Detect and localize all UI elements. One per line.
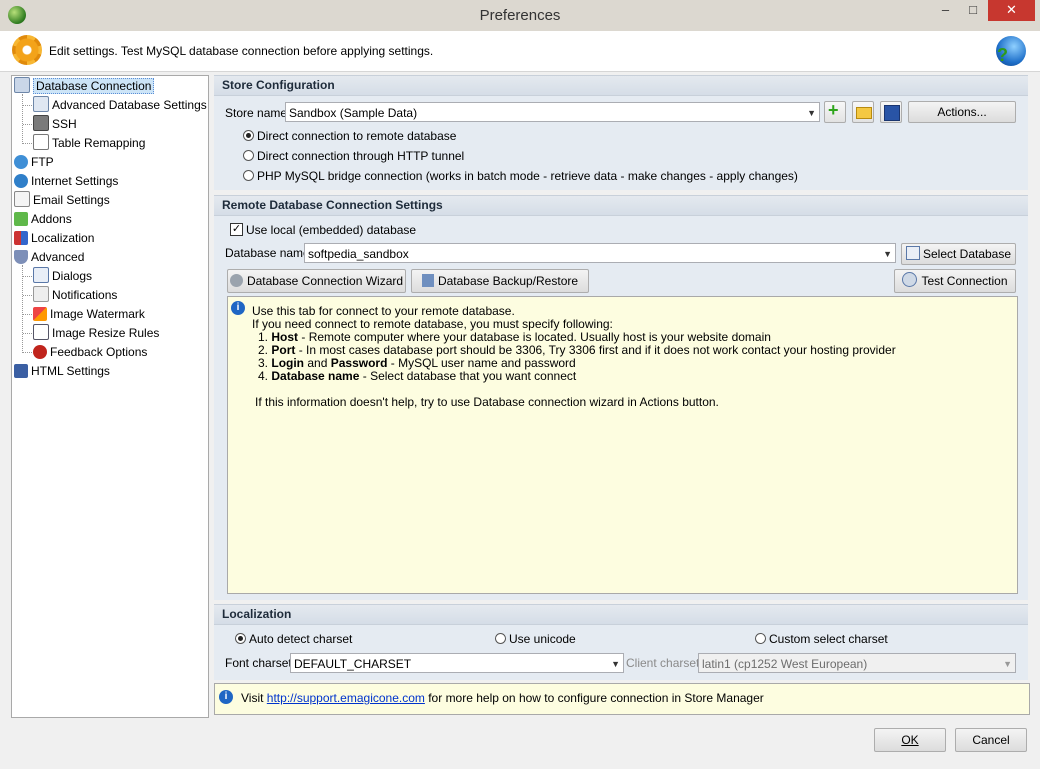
globe-icon	[14, 174, 28, 188]
http-tunnel-radio[interactable]	[243, 150, 254, 161]
watermark-icon	[33, 307, 47, 321]
title-bar: Preferences – □ ✕	[0, 0, 1040, 32]
tree-item-image-resize-rules[interactable]: Image Resize Rules	[33, 324, 159, 342]
php-bridge-label: PHP MySQL bridge connection (works in ba…	[257, 169, 798, 183]
localization-panel: Auto detect charset Use unicode Custom s…	[214, 625, 1028, 680]
cancel-button[interactable]: Cancel	[955, 728, 1027, 752]
notification-icon	[33, 286, 49, 302]
tree-item-advanced-database-settings[interactable]: Advanced Database Settings	[33, 96, 207, 114]
test-connection-icon	[902, 272, 918, 287]
window-title: Preferences	[479, 7, 561, 24]
folder-icon	[856, 107, 872, 119]
database-name-label: Database name	[225, 246, 310, 260]
font-charset-label: Font charset	[225, 656, 292, 670]
html-icon	[14, 364, 28, 378]
save-store-button[interactable]	[880, 101, 902, 123]
puzzle-icon	[14, 212, 28, 226]
use-local-checkbox[interactable]: ✓	[230, 223, 243, 236]
tree-item-notifications[interactable]: Notifications	[33, 286, 117, 304]
settings-tree[interactable]: Database Connection Advanced Database Se…	[11, 75, 209, 718]
info-line2: If you need connect to remote database, …	[252, 317, 613, 331]
font-charset-select[interactable]: DEFAULT_CHARSET ▼	[290, 653, 624, 673]
info-intro: Use this tab for connect to your remote …	[252, 304, 515, 318]
save-icon	[884, 105, 900, 121]
actions-button[interactable]: Actions...	[908, 101, 1016, 123]
info-icon: i	[231, 301, 245, 315]
store-configuration-panel: Store name Sandbox (Sample Data) ▼ + Acti…	[214, 96, 1028, 190]
store-name-label: Store name	[225, 106, 288, 120]
tree-item-ftp[interactable]: FTP	[14, 153, 54, 171]
maximize-button[interactable]: □	[960, 0, 986, 21]
select-database-button[interactable]: Select Database	[901, 243, 1016, 265]
info-item-port: 2. Port - In most cases database port sh…	[258, 343, 896, 357]
envelope-icon	[14, 191, 30, 207]
tree-item-localization[interactable]: Localization	[14, 229, 94, 247]
store-configuration-header: Store Configuration	[214, 75, 1028, 96]
help-text: Visit http://support.emagicone.com for m…	[241, 691, 764, 705]
tree-item-feedback-options[interactable]: Feedback Options	[33, 343, 147, 361]
auto-detect-charset-label: Auto detect charset	[249, 632, 353, 646]
localization-header: Localization	[214, 604, 1028, 625]
help-bar: i Visit http://support.emagicone.com for…	[214, 683, 1030, 715]
client-charset-label: Client charset	[626, 656, 700, 670]
ssh-icon	[33, 115, 49, 131]
close-button[interactable]: ✕	[988, 0, 1035, 21]
info-item-login: 3. Login and Password - MySQL user name …	[258, 356, 576, 370]
remote-db-header: Remote Database Connection Settings	[214, 195, 1028, 216]
header-text: Edit settings. Test MySQL database conne…	[49, 44, 434, 58]
shield-icon	[14, 250, 28, 264]
database-icon	[14, 77, 30, 93]
database-list-icon	[905, 246, 920, 260]
tree-item-html-settings[interactable]: HTML Settings	[14, 362, 110, 380]
help-icon[interactable]: ?	[996, 36, 1026, 66]
bug-icon	[33, 345, 47, 359]
php-bridge-radio[interactable]	[243, 170, 254, 181]
use-local-label: Use local (embedded) database	[246, 223, 417, 237]
ftp-icon	[14, 155, 28, 169]
tree-item-table-remapping[interactable]: Table Remapping	[33, 134, 145, 152]
client-charset-select[interactable]: latin1 (cp1252 West European) ▼	[698, 653, 1016, 673]
table-icon	[33, 134, 49, 150]
tree-item-ssh[interactable]: SSH	[33, 115, 77, 133]
add-store-button[interactable]: +	[824, 100, 846, 123]
header-banner: Edit settings. Test MySQL database conne…	[0, 31, 1040, 72]
open-store-button[interactable]	[852, 101, 874, 123]
test-connection-button[interactable]: Test Connection	[894, 269, 1016, 293]
info-item-database-name: 4. Database name - Select database that …	[258, 369, 577, 383]
tree-item-addons[interactable]: Addons	[14, 210, 72, 228]
ok-button[interactable]: OK	[874, 728, 946, 752]
backup-icon	[421, 274, 434, 287]
tree-item-dialogs[interactable]: Dialogs	[33, 267, 92, 285]
tree-item-database-connection[interactable]: Database Connection	[14, 77, 155, 95]
direct-connection-radio[interactable]	[243, 130, 254, 141]
store-name-select[interactable]: Sandbox (Sample Data) ▼	[285, 102, 820, 122]
settings-gear-icon	[12, 35, 42, 65]
dialog-icon	[33, 267, 49, 283]
tree-item-image-watermark[interactable]: Image Watermark	[33, 305, 145, 323]
use-unicode-label: Use unicode	[509, 632, 576, 646]
tree-item-email-settings[interactable]: Email Settings	[14, 191, 110, 209]
wizard-gear-icon	[229, 274, 243, 287]
minimize-button[interactable]: –	[932, 0, 959, 21]
resize-icon	[33, 324, 49, 340]
tree-item-internet-settings[interactable]: Internet Settings	[14, 172, 118, 190]
database-settings-icon	[33, 96, 49, 112]
custom-charset-label: Custom select charset	[769, 632, 888, 646]
info-item-host: 1. Host - Remote computer where your dat…	[258, 330, 771, 344]
database-backup-button[interactable]: Database Backup/Restore	[411, 269, 589, 293]
custom-charset-radio[interactable]	[755, 633, 766, 644]
database-name-input[interactable]: softpedia_sandbox ▼	[304, 243, 896, 263]
auto-detect-charset-radio[interactable]	[235, 633, 246, 644]
direct-connection-label: Direct connection to remote database	[257, 129, 457, 143]
connection-info-box: i Use this tab for connect to your remot…	[227, 296, 1018, 594]
http-tunnel-label: Direct connection through HTTP tunnel	[257, 149, 465, 163]
help-info-icon: i	[219, 690, 233, 704]
use-unicode-radio[interactable]	[495, 633, 506, 644]
database-wizard-button[interactable]: Database Connection Wizard	[227, 269, 406, 293]
flag-icon	[14, 231, 28, 245]
support-link[interactable]: http://support.emagicone.com	[267, 691, 425, 705]
info-footer: If this information doesn't help, try to…	[255, 395, 719, 409]
tree-item-advanced[interactable]: Advanced	[14, 248, 84, 266]
plus-icon: +	[828, 100, 839, 120]
